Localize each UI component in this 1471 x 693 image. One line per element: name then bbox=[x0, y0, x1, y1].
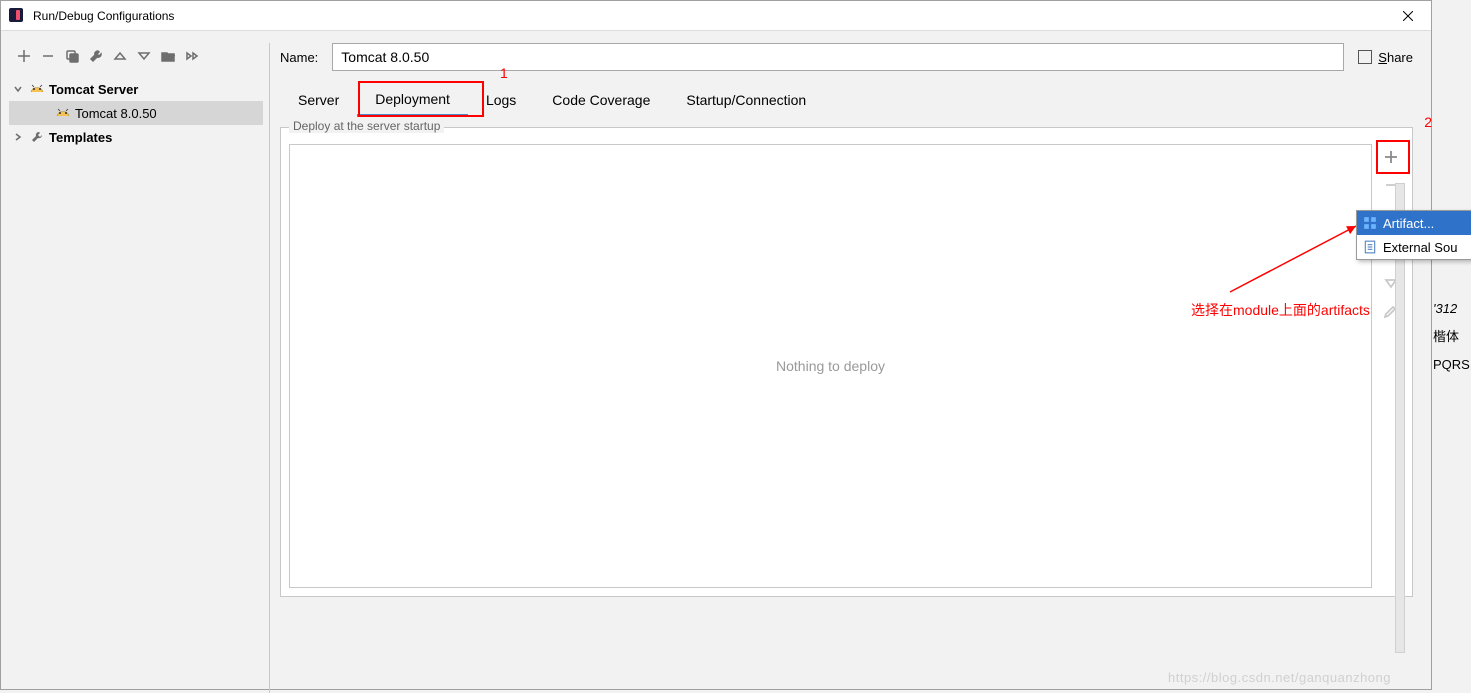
wrench-icon bbox=[29, 129, 45, 145]
deploy-list[interactable]: Nothing to deploy bbox=[289, 144, 1372, 588]
config-toolbar bbox=[9, 43, 263, 69]
left-panel: Tomcat Server Tomcat 8.0.50 Templates bbox=[1, 43, 271, 689]
tree-node-tomcat-child[interactable]: Tomcat 8.0.50 bbox=[9, 101, 263, 125]
watermark: https://blog.csdn.net/ganquanzhong bbox=[1168, 670, 1391, 685]
tree-node-label: Tomcat Server bbox=[49, 82, 138, 97]
annotation-text: 选择在module上面的artifacts bbox=[1191, 300, 1370, 320]
add-config-button[interactable] bbox=[13, 45, 35, 67]
annotation-2: 2 bbox=[1424, 114, 1432, 130]
deploy-fieldset: Deploy at the server startup 2 Nothing t… bbox=[280, 127, 1413, 597]
add-deploy-button[interactable] bbox=[1378, 144, 1404, 170]
tab-server[interactable]: Server bbox=[280, 83, 357, 117]
share-checkbox-group[interactable]: SSharehare bbox=[1358, 50, 1413, 65]
chevron-right-icon[interactable] bbox=[11, 133, 25, 141]
fieldset-legend: Deploy at the server startup bbox=[289, 119, 444, 133]
annotation-1: 1 bbox=[500, 65, 508, 81]
close-button[interactable] bbox=[1385, 1, 1431, 31]
wrench-button[interactable] bbox=[85, 45, 107, 67]
share-checkbox[interactable] bbox=[1358, 50, 1372, 64]
more-button[interactable] bbox=[181, 45, 203, 67]
right-panel: Name: SSharehare 1 Server Deployment Log… bbox=[270, 43, 1431, 689]
tree-node-tomcat-server[interactable]: Tomcat Server bbox=[9, 77, 263, 101]
popup-item-artifact[interactable]: Artifact... bbox=[1357, 211, 1471, 235]
name-label: Name: bbox=[280, 50, 318, 65]
popup-item-label: Artifact... bbox=[1383, 216, 1434, 231]
add-popup-menu: Artifact... External Sou bbox=[1356, 210, 1471, 260]
move-down-button[interactable] bbox=[133, 45, 155, 67]
share-label: SSharehare bbox=[1378, 50, 1413, 65]
tomcat-icon bbox=[29, 81, 45, 97]
popup-item-label: External Sou bbox=[1383, 240, 1457, 255]
copy-config-button[interactable] bbox=[61, 45, 83, 67]
external-source-icon bbox=[1363, 240, 1377, 254]
artifact-icon bbox=[1363, 216, 1377, 230]
empty-text: Nothing to deploy bbox=[776, 358, 885, 374]
tree-node-templates[interactable]: Templates bbox=[9, 125, 263, 149]
tab-bar: Server Deployment Logs Code Coverage Sta… bbox=[280, 83, 1413, 117]
tomcat-icon bbox=[55, 105, 71, 121]
tab-logs[interactable]: Logs bbox=[468, 83, 534, 117]
chevron-down-icon[interactable] bbox=[11, 85, 25, 93]
folder-button[interactable] bbox=[157, 45, 179, 67]
tab-code-coverage[interactable]: Code Coverage bbox=[534, 83, 668, 117]
window-title: Run/Debug Configurations bbox=[33, 9, 1385, 23]
popup-item-external-source[interactable]: External Sou bbox=[1357, 235, 1471, 259]
app-icon bbox=[9, 8, 25, 24]
remove-config-button[interactable] bbox=[37, 45, 59, 67]
tree-node-label: Templates bbox=[49, 130, 112, 145]
name-input[interactable] bbox=[332, 43, 1344, 71]
move-up-button[interactable] bbox=[109, 45, 131, 67]
config-tree[interactable]: Tomcat Server Tomcat 8.0.50 Templates bbox=[9, 77, 263, 149]
tree-node-label: Tomcat 8.0.50 bbox=[75, 106, 157, 121]
tab-startup-connection[interactable]: Startup/Connection bbox=[668, 83, 824, 117]
background-text: '312 楷体 PQRS bbox=[1433, 295, 1471, 379]
titlebar: Run/Debug Configurations bbox=[1, 1, 1431, 31]
tab-deployment[interactable]: Deployment bbox=[357, 83, 468, 117]
